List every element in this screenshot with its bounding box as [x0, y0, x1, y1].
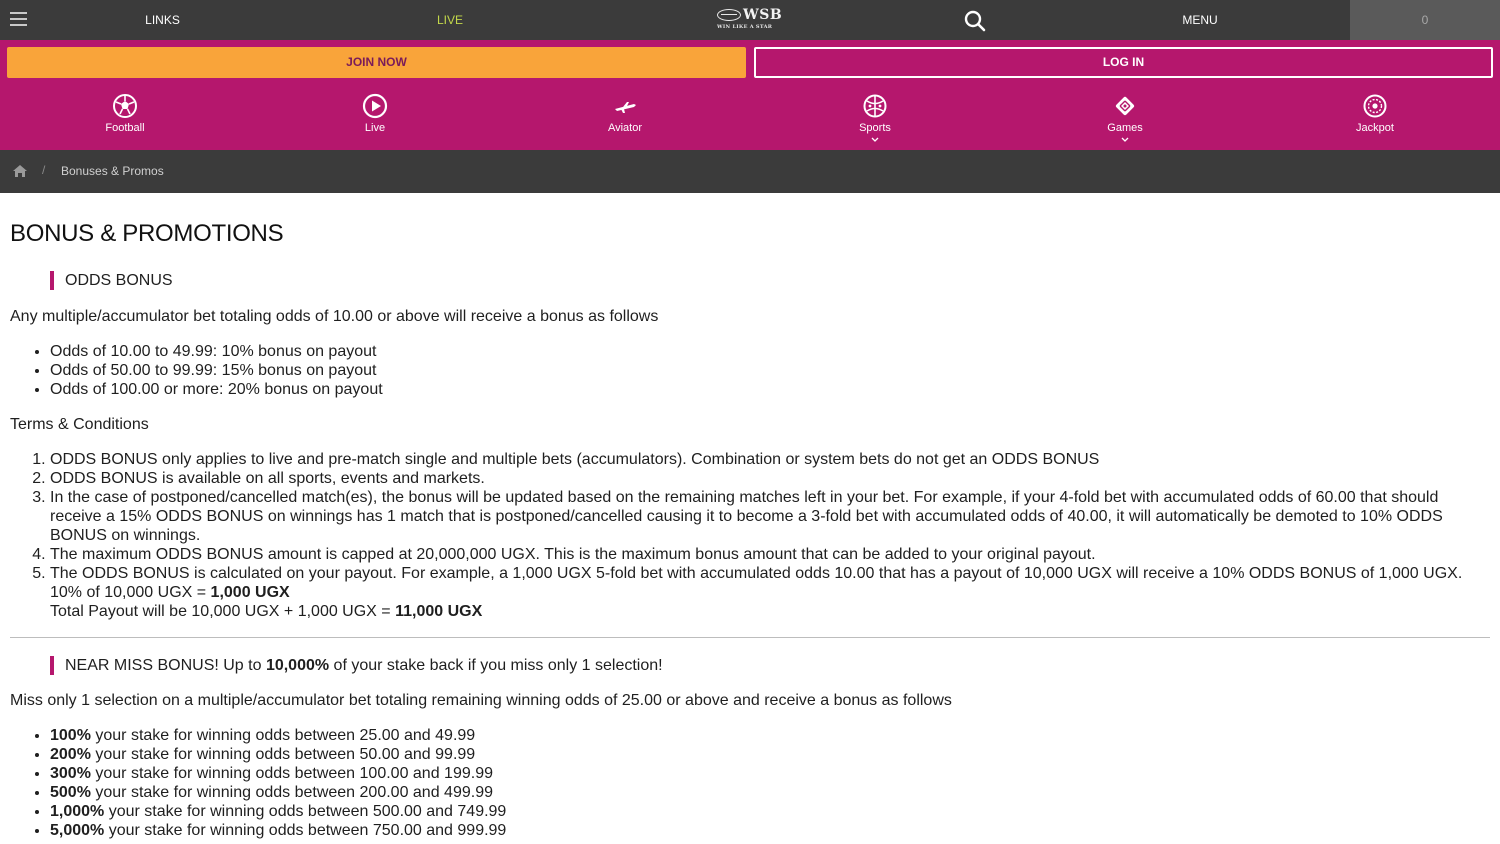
top-bar: LINKS LIVE WSB WIN LIKE A STAR MENU 0 — [0, 0, 1500, 40]
heading-text: NEAR MISS BONUS! Up to — [65, 657, 266, 674]
list-item: The maximum ODDS BONUS amount is capped … — [50, 545, 1490, 564]
airplane-icon — [615, 102, 636, 113]
auth-category-bar: JOIN NOW LOG IN Football Live Aviator Sp… — [0, 40, 1500, 150]
list-item: In the case of postponed/cancelled match… — [50, 488, 1490, 545]
near-miss-intro: Miss only 1 selection on a multiple/accu… — [10, 692, 952, 709]
logo-tagline: WIN LIKE A STAR — [717, 24, 773, 30]
logo-text: WSB — [743, 7, 783, 23]
tier-pct: 100% — [50, 727, 91, 744]
tier-pct: 200% — [50, 746, 91, 763]
join-now-button[interactable]: JOIN NOW — [7, 47, 746, 78]
example-line-2: Total Payout will be 10,000 UGX + 1,000 … — [50, 602, 1490, 621]
sports-icon — [863, 94, 887, 118]
category-label: Games — [1107, 122, 1143, 134]
category-live[interactable]: Live — [250, 90, 500, 150]
term-text: The ODDS BONUS is calculated on your pay… — [50, 565, 1463, 582]
list-item: 300% your stake for winning odds between… — [50, 764, 506, 783]
odds-bonus-heading: ODDS BONUS — [50, 271, 173, 290]
links-nav[interactable]: LINKS — [100, 0, 225, 40]
example-bold: 11,000 UGX — [395, 603, 483, 620]
example-text: Total Payout will be 10,000 UGX + 1,000 … — [50, 603, 396, 620]
tier-pct: 300% — [50, 765, 91, 782]
page-title: BONUS & PROMOTIONS — [10, 220, 284, 247]
tier-pct: 5,000% — [50, 822, 105, 839]
list-item: 200% your stake for winning odds between… — [50, 745, 506, 764]
near-miss-heading: NEAR MISS BONUS! Up to 10,000% of your s… — [50, 656, 663, 675]
jackpot-icon — [1363, 94, 1387, 118]
list-item: 1,000% your stake for winning odds betwe… — [50, 802, 506, 821]
list-item: 5,000% your stake for winning odds betwe… — [50, 821, 506, 840]
near-miss-tiers: 100% your stake for winning odds between… — [50, 726, 506, 840]
list-item: Odds of 10.00 to 49.99: 10% bonus on pay… — [50, 342, 383, 361]
chevron-down-icon — [1121, 137, 1129, 142]
heading-text: of your stake back if you miss only 1 se… — [329, 657, 663, 674]
tier-pct: 1,000% — [50, 803, 105, 820]
category-label: Sports — [859, 122, 891, 134]
example-text: 10% of 10,000 UGX = — [50, 584, 211, 601]
odds-bonus-tiers: Odds of 10.00 to 49.99: 10% bonus on pay… — [50, 342, 383, 399]
play-icon — [362, 93, 388, 119]
odds-bonus-intro: Any multiple/accumulator bet totaling od… — [10, 308, 659, 325]
tier-text: your stake for winning odds between 500.… — [104, 803, 507, 820]
games-icon — [1115, 96, 1135, 116]
example-bold: 1,000 UGX — [210, 584, 290, 601]
list-item: ODDS BONUS only applies to live and pre-… — [50, 450, 1490, 469]
section-divider — [10, 637, 1490, 638]
menu-nav[interactable]: MENU — [1150, 0, 1250, 40]
category-jackpot[interactable]: Jackpot — [1250, 90, 1500, 150]
category-aviator[interactable]: Aviator — [500, 90, 750, 150]
tier-text: your stake for winning odds between 25.0… — [90, 727, 476, 744]
breadcrumb: / Bonuses & Promos — [0, 150, 1500, 193]
category-nav: Football Live Aviator Sports Games Jackp… — [0, 90, 1500, 150]
category-label: Football — [105, 122, 145, 134]
list-item: The ODDS BONUS is calculated on your pay… — [50, 564, 1490, 621]
betslip-count[interactable]: 0 — [1350, 0, 1500, 40]
category-sports[interactable]: Sports — [750, 90, 1000, 150]
category-games[interactable]: Games — [1000, 90, 1250, 150]
tier-text: your stake for winning odds between 50.0… — [90, 746, 476, 763]
list-item: 500% your stake for winning odds between… — [50, 783, 506, 802]
tier-text: your stake for winning odds between 100.… — [90, 765, 493, 782]
wsb-logo[interactable]: WSB WIN LIKE A STAR — [717, 7, 783, 33]
category-football[interactable]: Football — [0, 90, 250, 150]
list-item: Odds of 100.00 or more: 20% bonus on pay… — [50, 380, 383, 399]
list-item: ODDS BONUS is available on all sports, e… — [50, 469, 1490, 488]
list-item: Odds of 50.00 to 99.99: 15% bonus on pay… — [50, 361, 383, 380]
home-icon[interactable] — [12, 164, 28, 178]
search-icon[interactable] — [963, 9, 987, 33]
terms-list: ODDS BONUS only applies to live and pre-… — [50, 450, 1490, 621]
globe-icon — [717, 9, 741, 21]
live-nav[interactable]: LIVE — [390, 0, 510, 40]
tier-text: your stake for winning odds between 200.… — [90, 784, 493, 801]
chevron-down-icon — [871, 137, 879, 142]
list-item: 100% your stake for winning odds between… — [50, 726, 506, 745]
hamburger-menu-icon[interactable] — [10, 12, 27, 26]
breadcrumb-current[interactable]: Bonuses & Promos — [61, 164, 164, 178]
terms-title: Terms & Conditions — [10, 416, 149, 433]
category-label: Live — [364, 122, 386, 134]
log-in-button[interactable]: LOG IN — [754, 47, 1493, 78]
tier-pct: 500% — [50, 784, 91, 801]
category-label: Jackpot — [1356, 122, 1394, 134]
breadcrumb-separator: / — [42, 163, 46, 177]
heading-bold: 10,000% — [265, 657, 330, 674]
tier-text: your stake for winning odds between 750.… — [104, 822, 507, 839]
category-label: Aviator — [607, 122, 643, 134]
football-icon — [113, 94, 137, 118]
example-line-1: 10% of 10,000 UGX = 1,000 UGX — [50, 583, 1490, 602]
